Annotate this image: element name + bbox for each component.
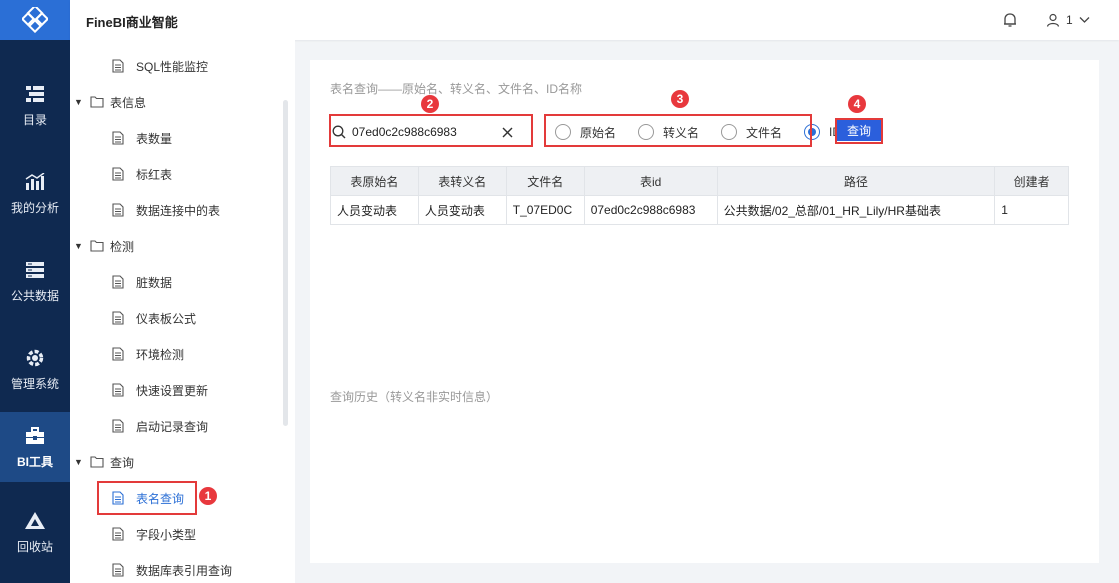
app-logo[interactable] [0,0,70,40]
tree-item-label: 仪表板公式 [136,311,197,326]
left-nav-rail: 目录 我的分析 公共数据 管理系统 BI工具 回收站 [0,0,70,583]
rail-item-my-analysis[interactable]: 我的分析 [0,158,70,228]
tree-item-label: 启动记录查询 [136,419,209,434]
tree-folder-table-info[interactable]: ▼ 表信息 [70,84,285,120]
tree-item-label: 脏数据 [136,275,173,290]
recycle-icon [24,510,46,532]
tree-item-connection-tables[interactable]: 数据连接中的表 [70,192,285,228]
gear-icon [24,347,46,369]
table-row[interactable]: 人员变动表 人员变动表 T_07ED0C 07ed0c2c988c6983 公共… [330,195,1069,225]
logo-icon [22,7,48,33]
highlight-box-4 [835,118,883,144]
tree-item-label: 环境检测 [136,347,185,362]
tree-item-label: 表信息 [110,95,147,110]
user-icon [1046,13,1060,27]
document-icon [112,347,124,361]
document-icon [112,59,124,73]
toolbox-icon [24,425,46,447]
rail-item-management[interactable]: 管理系统 [0,334,70,404]
rail-item-label: 目录 [22,112,47,127]
tree-item-dirty-data[interactable]: 脏数据 [70,264,285,300]
table-cell: T_07ED0C [505,195,585,225]
document-icon [112,563,124,577]
highlight-box-2 [329,114,533,147]
table-cell: 07ed0c2c988c6983 [583,195,718,225]
rail-item-label: 公共数据 [10,288,59,303]
rail-item-recycle-bin[interactable]: 回收站 [0,497,70,567]
rail-item-directory[interactable]: 目录 [0,70,70,140]
analysis-icon [24,171,46,193]
query-history-label: 查询历史（转义名非实时信息） [330,390,499,404]
rail-item-public-data[interactable]: 公共数据 [0,246,70,316]
tree-item-quick-settings[interactable]: 快速设置更新 [70,372,285,408]
top-bar: FineBI商业智能 1 [70,0,1119,40]
caret-down-icon[interactable]: ▼ [74,97,84,107]
column-header: 路径 [716,166,996,196]
tree-item-label: SQL性能监控 [136,59,209,74]
rail-item-label: 管理系统 [10,376,59,391]
bell-icon[interactable] [1002,12,1018,28]
tree-folder-detection[interactable]: ▼ 检测 [70,228,285,264]
column-header: 文件名 [505,166,585,196]
tree-item-label: 字段小类型 [136,527,197,542]
directory-icon [24,83,46,105]
step-badge-1: 1 [199,487,217,505]
tree-item-label: 快速设置更新 [136,383,209,398]
document-icon [112,131,124,145]
document-icon [112,527,124,541]
app-title: FineBI商业智能 [86,15,178,30]
column-header: 创建者 [994,166,1069,196]
folder-icon [90,96,104,108]
chevron-down-icon [1079,17,1090,23]
step-badge-2: 2 [421,95,439,113]
caret-down-icon[interactable]: ▼ [74,241,84,251]
tree-item-red-tables[interactable]: 标红表 [70,156,285,192]
table-cell: 人员变动表 [330,195,419,225]
caret-down-icon[interactable]: ▼ [74,457,84,467]
folder-icon [90,240,104,252]
document-icon [112,275,124,289]
tree-item-env-check[interactable]: 环境检测 [70,336,285,372]
highlight-box-3 [544,114,812,147]
user-name: 1 [1066,13,1073,27]
step-badge-3: 3 [671,90,689,108]
table-cell: 1 [994,195,1069,225]
tree-item-sql-monitor[interactable]: SQL性能监控 [70,48,285,84]
tree-folder-query[interactable]: ▼ 查询 [70,444,285,480]
document-icon [112,311,124,325]
rail-item-label: 我的分析 [10,200,59,215]
table-cell: 公共数据/02_总部/01_HR_Lily/HR基础表 [716,195,996,225]
column-header: 表id [583,166,718,196]
table-cell: 人员变动表 [417,195,507,225]
tree-item-startup-log[interactable]: 启动记录查询 [70,408,285,444]
folder-icon [90,456,104,468]
result-table: 表原始名 表转义名 文件名 表id 路径 创建者 人员变动表 人员变动表 T_0… [330,166,1069,225]
rail-item-label: BI工具 [16,454,53,469]
page-title: 表名查询——原始名、转义名、文件名、ID名称 [330,82,583,96]
tree-item-dashboard-formula[interactable]: 仪表板公式 [70,300,285,336]
tree-item-label: 数据连接中的表 [136,203,221,218]
tree-item-label: 数据库表引用查询 [136,563,233,578]
document-icon [112,167,124,181]
tree-item-label: 检测 [110,239,135,254]
step-badge-4: 4 [848,95,866,113]
highlight-box-1 [97,481,197,515]
rail-item-bi-tools[interactable]: BI工具 [0,412,70,482]
column-header: 表原始名 [330,166,419,196]
document-icon [112,203,124,217]
user-menu[interactable]: 1 [1046,11,1090,29]
database-icon [24,259,46,281]
tree-item-label: 查询 [110,455,135,470]
rail-item-label: 回收站 [16,539,53,554]
tree-item-db-table-ref[interactable]: 数据库表引用查询 [70,552,285,583]
tree-scrollbar[interactable] [283,100,288,426]
column-header: 表转义名 [417,166,507,196]
tree-item-label: 表数量 [136,131,173,146]
tree-item-label: 标红表 [136,167,173,182]
tree-item-table-count[interactable]: 表数量 [70,120,285,156]
document-icon [112,419,124,433]
table-header-row: 表原始名 表转义名 文件名 表id 路径 创建者 [330,166,1069,196]
document-icon [112,383,124,397]
tree-item-field-subtype[interactable]: 字段小类型 [70,516,285,552]
